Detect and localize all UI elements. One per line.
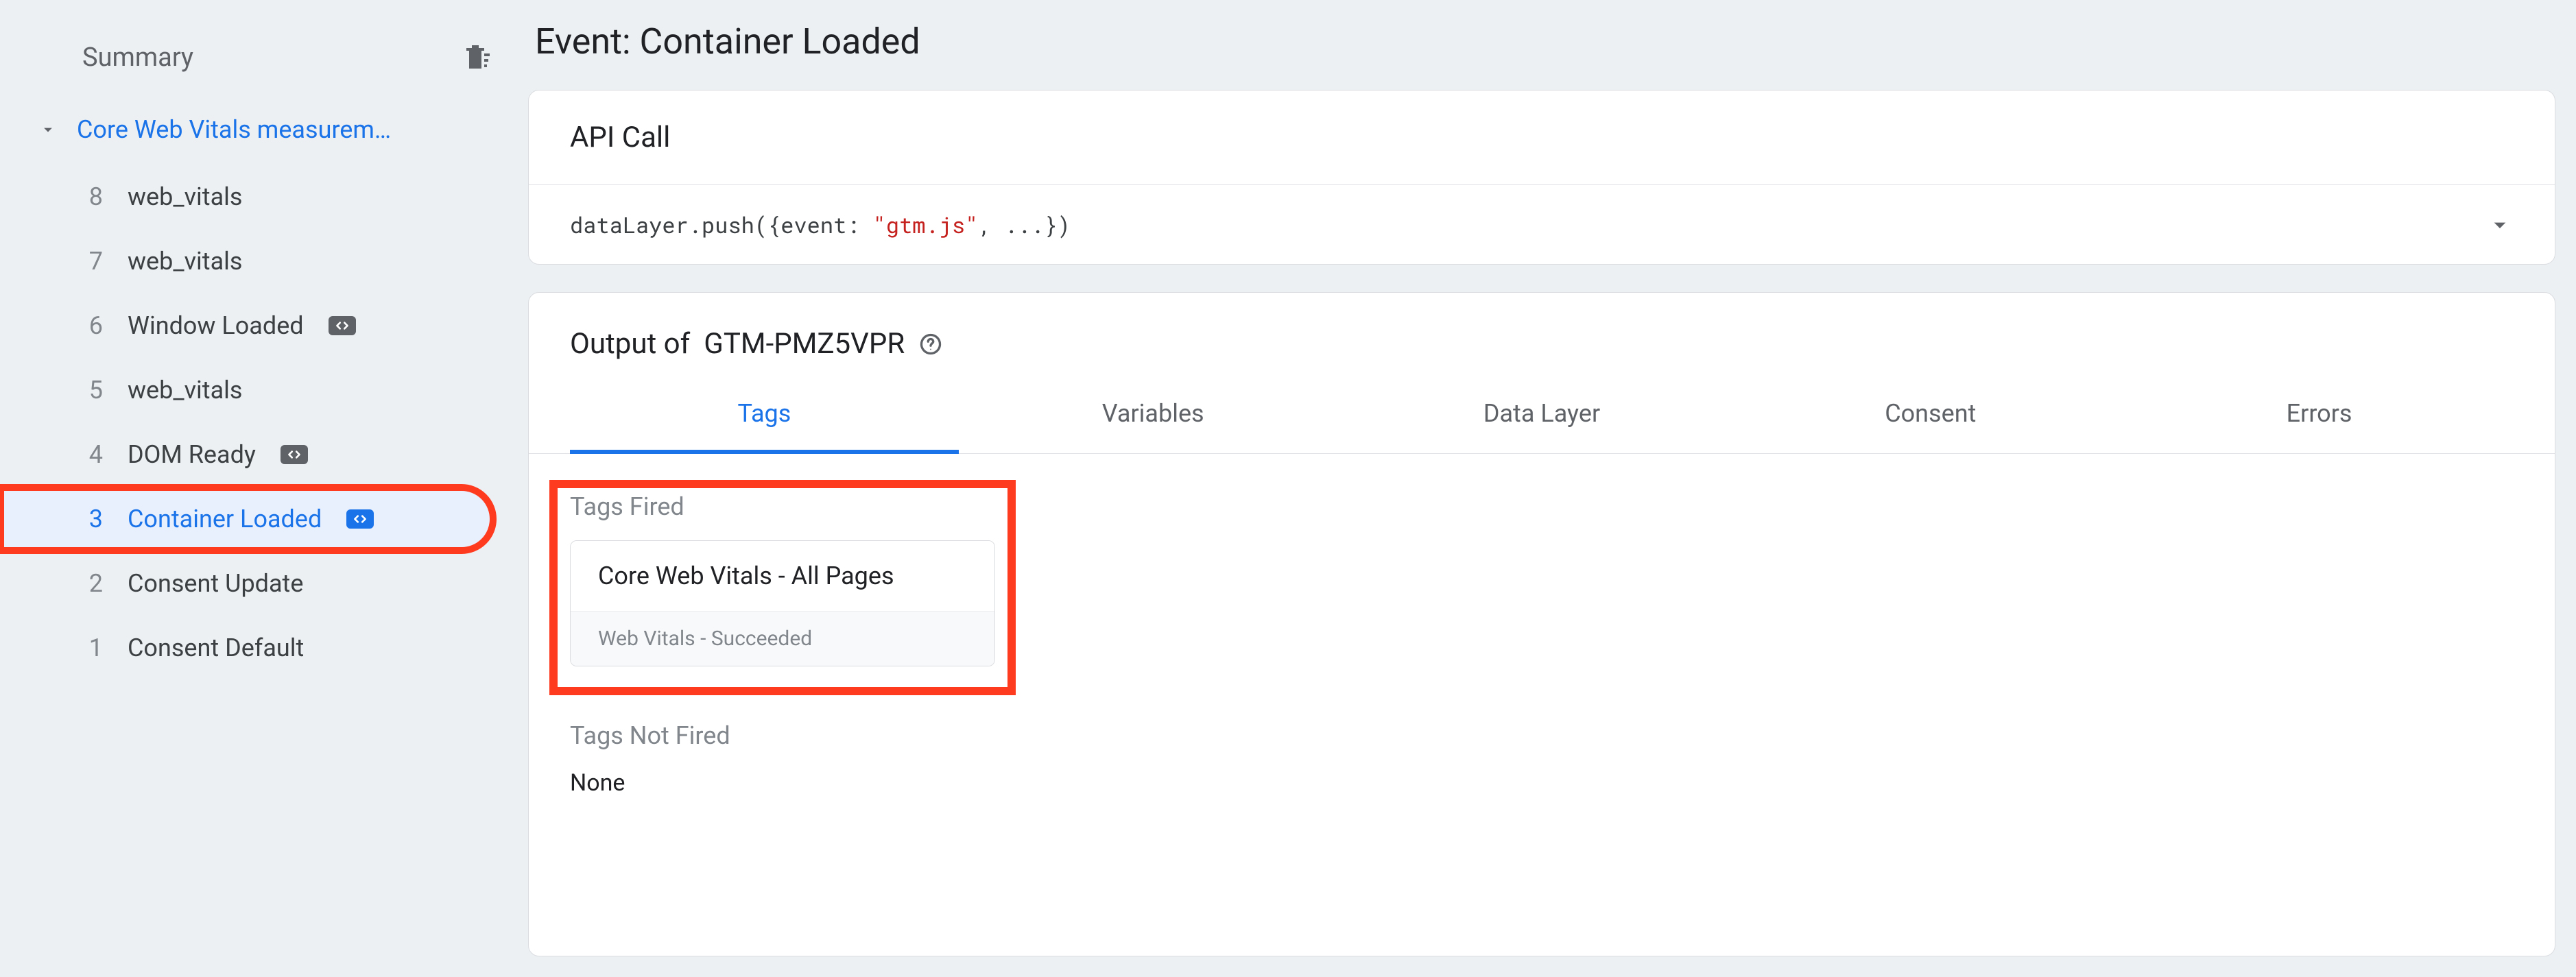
event-index: 8 bbox=[82, 182, 103, 211]
sidebar-event-row[interactable]: 2 Consent Update bbox=[0, 551, 494, 616]
event-index: 3 bbox=[82, 505, 103, 533]
event-name: web_vitals bbox=[128, 247, 242, 276]
caret-down-icon bbox=[38, 120, 58, 139]
sidebar-group[interactable]: Core Web Vitals measurem… bbox=[0, 101, 521, 158]
tags-not-fired-label: Tags Not Fired bbox=[570, 721, 2514, 750]
sidebar-header: Summary bbox=[0, 41, 521, 101]
api-call-heading: API Call bbox=[529, 91, 2555, 185]
code-post: , ...}) bbox=[978, 210, 1070, 239]
sidebar-event-row[interactable]: 8 web_vitals bbox=[0, 165, 494, 229]
event-list: 8 web_vitals 7 web_vitals 6 Window Loaded 5 web… bbox=[0, 158, 521, 680]
sidebar-title: Summary bbox=[82, 43, 193, 73]
sidebar-event-row[interactable]: 4 DOM Ready bbox=[0, 422, 494, 487]
event-name: Consent Update bbox=[128, 569, 303, 598]
api-call-body[interactable]: dataLayer.push({event: "gtm.js", ...}) bbox=[529, 185, 2555, 264]
code-string: "gtm.js" bbox=[873, 210, 979, 239]
output-heading-prefix: Output of bbox=[570, 327, 690, 361]
chevron-down-icon[interactable] bbox=[2486, 211, 2514, 239]
sidebar: Summary Core Web Vitals measurem… 8 web_v… bbox=[0, 0, 521, 977]
code-icon bbox=[329, 316, 356, 335]
sidebar-event-row[interactable]: 6 Window Loaded bbox=[0, 293, 494, 358]
code-icon bbox=[346, 509, 374, 529]
output-heading: Output of GTM-PMZ5VPR bbox=[529, 293, 2555, 381]
fired-tag-title: Core Web Vitals - All Pages bbox=[571, 541, 994, 611]
tags-not-fired-none: None bbox=[570, 769, 2514, 797]
output-tabs: TagsVariablesData LayerConsentErrors bbox=[529, 381, 2555, 454]
tab-errors[interactable]: Errors bbox=[2125, 381, 2514, 454]
event-index: 4 bbox=[82, 440, 103, 469]
output-card: Output of GTM-PMZ5VPR TagsVariablesData … bbox=[528, 292, 2555, 956]
tab-variables[interactable]: Variables bbox=[959, 381, 1348, 454]
sidebar-event-row[interactable]: 1 Consent Default bbox=[0, 616, 494, 680]
event-index: 7 bbox=[82, 247, 103, 276]
event-name: Container Loaded bbox=[128, 505, 322, 533]
api-call-code: dataLayer.push({event: "gtm.js", ...}) bbox=[570, 210, 1071, 239]
sidebar-event-row[interactable]: 3 Container Loaded bbox=[0, 487, 494, 551]
code-pre: dataLayer.push({event: bbox=[570, 210, 873, 239]
output-body: Tags Fired Core Web Vitals - All PagesWe… bbox=[529, 454, 2555, 838]
event-name: web_vitals bbox=[128, 376, 242, 405]
fired-tag-chip[interactable]: Core Web Vitals - All PagesWeb Vitals - … bbox=[570, 540, 995, 666]
tab-tags[interactable]: Tags bbox=[570, 381, 959, 454]
fired-tag-subtitle: Web Vitals - Succeeded bbox=[571, 611, 994, 666]
sidebar-event-row[interactable]: 5 web_vitals bbox=[0, 358, 494, 422]
event-name: Consent Default bbox=[128, 634, 304, 662]
tags-not-fired-section: Tags Not Fired None bbox=[570, 721, 2514, 797]
clear-icon[interactable] bbox=[461, 41, 494, 74]
tab-data-layer[interactable]: Data Layer bbox=[1348, 381, 1737, 454]
output-container-id: GTM-PMZ5VPR bbox=[704, 327, 905, 361]
event-index: 5 bbox=[82, 376, 103, 405]
code-icon bbox=[281, 445, 308, 464]
event-name: DOM Ready bbox=[128, 440, 256, 469]
api-call-card: API Call dataLayer.push({event: "gtm.js"… bbox=[528, 90, 2555, 265]
sidebar-group-label: Core Web Vitals measurem… bbox=[77, 115, 391, 144]
page-title: Event: Container Loaded bbox=[528, 21, 2555, 62]
tags-fired-list: Core Web Vitals - All PagesWeb Vitals - … bbox=[570, 540, 995, 666]
main-panel: Event: Container Loaded API Call dataLay… bbox=[521, 0, 2576, 977]
event-name: Window Loaded bbox=[128, 311, 304, 340]
page-title-prefix: Event: bbox=[535, 21, 640, 62]
page-title-event: Container Loaded bbox=[640, 21, 920, 62]
event-index: 1 bbox=[82, 634, 103, 662]
tags-fired-label: Tags Fired bbox=[570, 492, 995, 521]
tab-consent[interactable]: Consent bbox=[1736, 381, 2125, 454]
event-name: web_vitals bbox=[128, 182, 242, 211]
event-index: 2 bbox=[82, 569, 103, 598]
sidebar-event-row[interactable]: 7 web_vitals bbox=[0, 229, 494, 293]
help-icon[interactable] bbox=[918, 332, 943, 357]
tags-fired-highlight: Tags Fired Core Web Vitals - All PagesWe… bbox=[558, 488, 1007, 687]
event-index: 6 bbox=[82, 311, 103, 340]
